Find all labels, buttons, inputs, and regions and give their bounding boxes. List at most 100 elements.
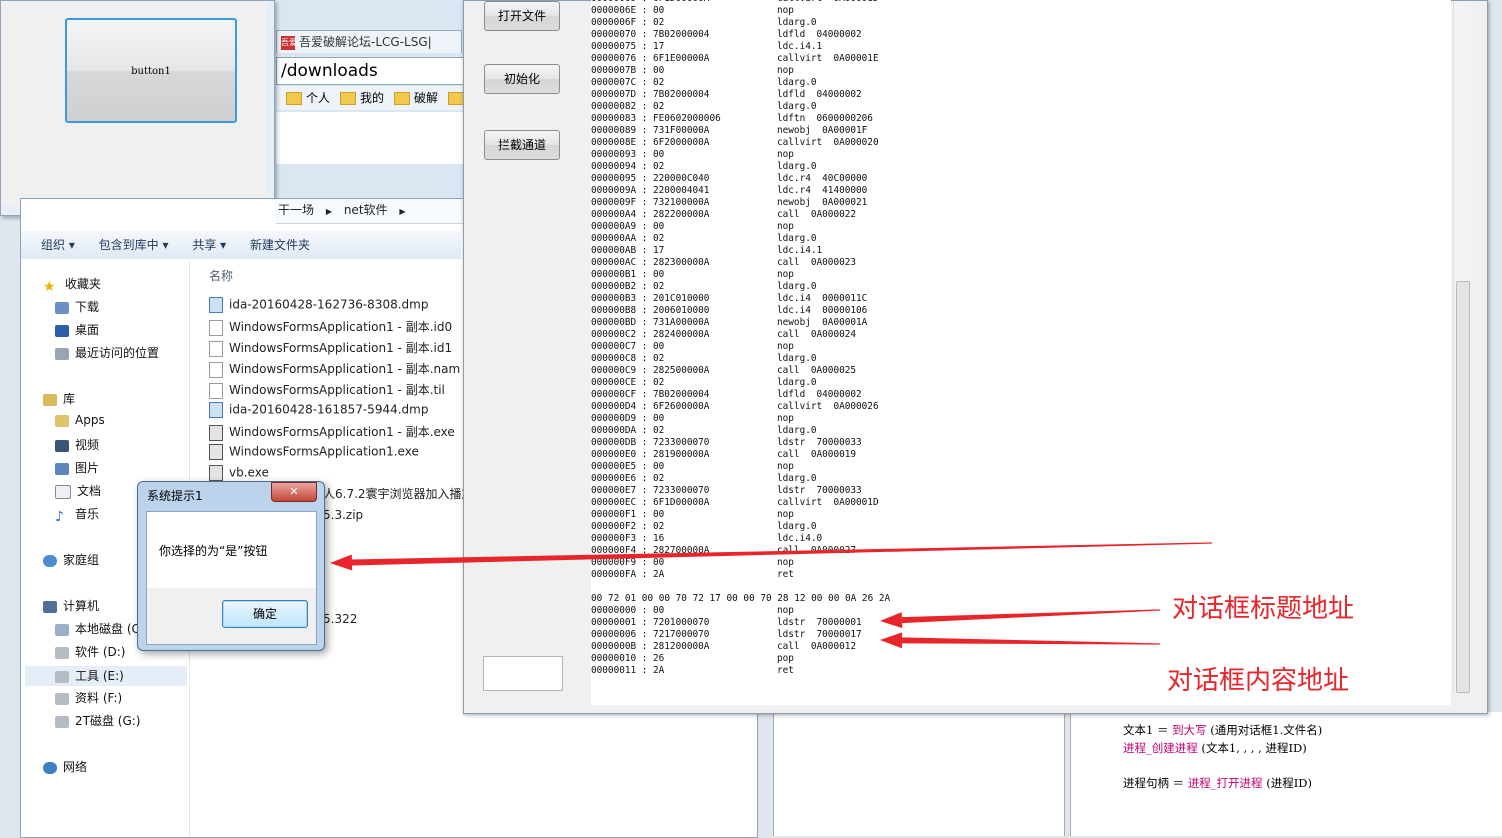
nav-favorites[interactable]: ★ 收藏夹 [43,275,101,295]
epl-code-line: 进程句柄 ＝ 进程_打开进程 (进程ID) [1123,775,1312,791]
il-line: 000000E6 : 02 ldarg.0 [591,473,1451,485]
file-row[interactable]: WindowsFormsApplication1 - 副本.id1 [209,339,452,357]
il-bytes: 02 [653,353,665,364]
nav-drive-g[interactable]: 2T磁盘 (G:) [55,712,141,729]
il-bytes: 02 [653,521,665,532]
il-instruction: callvirt 0A00001D [777,497,879,508]
il-line: 00000083 : FE0602000006 ldftn 0600000206 [591,113,1451,125]
dialog-message-area: 你选择的为“是”按钮 [147,512,316,588]
file-row[interactable]: WindowsFormsApplication1.exe [209,444,419,460]
epl-code-editor[interactable]: 文本1 ＝ 到大写 (通用对话框1.文件名) 进程_创建进程 (文本1, , , … [1070,712,1502,836]
file-row[interactable]: WindowsFormsApplication1 - 副本.exe [209,423,455,441]
epl-args: (进程ID) [1262,775,1312,790]
nav-videos[interactable]: 视频 [55,436,99,453]
il-bytes: 2A [653,569,665,580]
background-pane [773,712,1065,836]
star-icon: ★ [43,278,56,295]
nav-documents[interactable]: 文档 [55,482,101,499]
il-offset: 000000E5 : [591,461,648,472]
il-line: 000000D4 : 6F2600000A callvirt 0A000026 [591,401,1451,413]
il-offset: 00000010 : [591,653,648,664]
il-bytes: 00 [653,221,665,232]
file-name: WindowsFormsApplication1 - 副本.nam [229,362,461,376]
file-row[interactable]: WindowsFormsApplication1 - 副本.nam [209,360,460,378]
il-line: 000000C9 : 282500000A call 0A000025 [591,365,1451,377]
file-row[interactable]: ida-20160428-162736-8308.dmp [209,297,428,313]
il-offset: 000000C2 : [591,329,648,340]
annotation-content-address: 对话框内容地址 [1167,666,1350,696]
il-line: 000000A4 : 282200000A call 0A000022 [591,209,1451,221]
nav-downloads[interactable]: 下载 [55,298,99,315]
nav-computer[interactable]: 计算机 [43,597,99,614]
nav-apps[interactable]: Apps [55,413,105,427]
nav-libraries[interactable]: 库 [43,390,75,407]
il-instruction: ldarg.0 [777,353,817,364]
il-bytes: 282200000A [653,209,710,220]
bookmark-folder-crack[interactable]: 破解 [384,91,438,105]
drive-icon [55,692,69,705]
file-name: WindowsFormsApplication1 - 副本.id0 [229,320,453,334]
ok-button[interactable]: 确定 [222,600,308,628]
browser-tab[interactable]: 吾爱 吾爱破解论坛-LCG-LSG| [276,30,462,53]
file-row[interactable]: WindowsFormsApplication1 - 副本.til [209,381,445,399]
il-instruction: ldc.i4.1 [777,41,823,52]
intercept-channel-button[interactable]: 拦截通道 [484,130,560,160]
nav-network[interactable]: 网络 [43,758,87,775]
nav-recent-places[interactable]: 最近访问的位置 [55,344,159,361]
text-input[interactable] [483,656,563,691]
nav-drive-e[interactable]: 工具 (E:) [25,666,187,686]
include-in-library-menu[interactable]: 包含到库中 ▾ [99,238,169,252]
breadcrumb-item[interactable]: net软件 [344,203,388,217]
il-line: 0000009F : 732100000A newobj 0A000021 [591,197,1451,209]
il-line: 000000E0 : 281900000A call 0A000019 [591,449,1451,461]
il-offset: 000000CE : [591,377,648,388]
il-instruction: pop [777,653,794,664]
open-file-button[interactable]: 打开文件 [484,1,560,31]
drive-icon [55,670,69,683]
initialize-button[interactable]: 初始化 [484,64,560,94]
file-row[interactable]: ida-20160428-161857-5944.dmp [209,402,428,418]
il-line: 00000006 : 7217000070 ldstr 70000017 [591,629,1451,641]
il-line: 00000076 : 6F1E00000A callvirt 0A00001E [591,53,1451,65]
share-menu[interactable]: 共享 ▾ [192,238,226,252]
close-button[interactable]: ✕ [271,482,317,502]
new-folder-button[interactable]: 新建文件夹 [250,238,310,252]
file-name: vb.exe [229,465,269,480]
il-instruction: ldarg.0 [777,101,817,112]
nav-desktop[interactable]: 桌面 [55,321,99,338]
nav-drive-f[interactable]: 资料 (F:) [55,689,122,706]
il-offset: 00000011 : [591,665,648,676]
il-offset: 000000B2 : [591,281,648,292]
bookmark-folder-personal[interactable]: 个人 [276,91,330,105]
file-row[interactable]: vb.exe [209,465,269,481]
form1-window: button1 [0,0,275,216]
il-bytes: 02 [653,17,665,28]
il-instruction: ldstr 70000033 [777,437,862,448]
nav-music[interactable]: ♪ 音乐 [55,505,99,525]
nav-drive-c[interactable]: 本地磁盘 (C:) [55,620,149,637]
file-row[interactable]: WindowsFormsApplication1 - 副本.id0 [209,318,452,336]
il-line: 000000EC : 6F1D00000A callvirt 0A00001D [591,497,1451,509]
breadcrumb-item[interactable]: 干一场 [278,203,314,217]
column-header-name[interactable]: 名称 [209,267,233,284]
bookmark-folder-mine[interactable]: 我的 [330,91,384,105]
il-offset: 0000008E : [591,137,648,148]
button1[interactable]: button1 [65,18,237,123]
organize-menu[interactable]: 组织 ▾ [41,238,75,252]
il-bytes: 732100000A [653,197,710,208]
il-bytes: 6F1D00000A [653,497,710,508]
il-offset: 000000CF : [591,389,648,400]
nav-pictures[interactable]: 图片 [55,459,99,476]
il-instruction: ldfld 04000002 [777,29,862,40]
epl-args: (通用对话框1.文件名) [1206,723,1323,737]
il-line: 0000007C : 02 ldarg.0 [591,77,1451,89]
il-offset: 0000009F : [591,197,648,208]
il-offset: 000000E7 : [591,485,648,496]
nav-drive-d[interactable]: 软件 (D:) [55,643,125,660]
il-instruction: ldfld 04000002 [777,89,862,100]
vertical-scrollbar[interactable] [1453,1,1471,693]
il-bytes: 6F1E00000A [653,53,710,64]
nav-homegroup[interactable]: 家庭组 [43,551,99,568]
il-bytes: 26 [653,653,665,664]
scrollbar-thumb[interactable] [1456,281,1470,693]
